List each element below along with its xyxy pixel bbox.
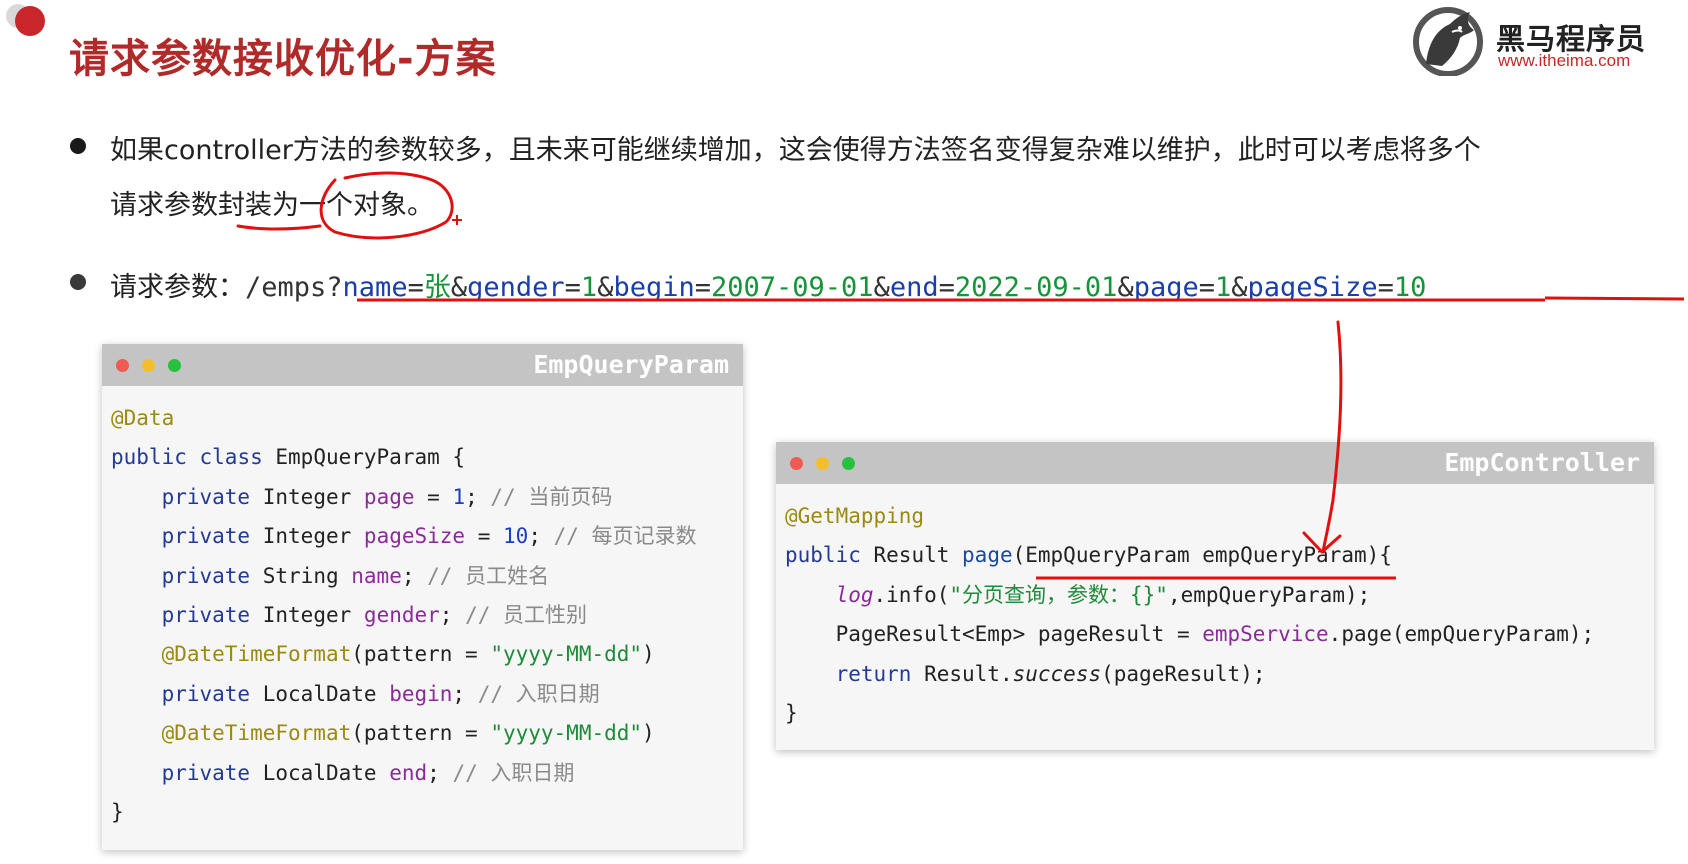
code-line: log.info("分页查询，参数：{}",empQueryParam); xyxy=(835,582,1371,607)
brand-logo: 黑马程序员 www.itheima.com xyxy=(1412,4,1662,76)
query-amp: & xyxy=(597,272,614,303)
code-block: @Data public class EmpQueryParam { privat… xyxy=(111,399,697,832)
query-key-end: end xyxy=(889,272,939,303)
code-line: @DateTimeFormat(pattern = "yyyy-MM-dd") xyxy=(161,642,655,667)
code-line: @Data xyxy=(111,406,175,430)
query-eq: = xyxy=(938,272,955,303)
query-amp: & xyxy=(1231,272,1248,303)
query-value-end: 2022-09-01 xyxy=(954,272,1118,303)
code-line: return Result.success(pageResult); xyxy=(835,661,1266,686)
query-eq: = xyxy=(1377,272,1394,303)
horse-logo-icon xyxy=(1413,7,1483,76)
code-line: public Result page(EmpQueryParam empQuer… xyxy=(785,543,1392,568)
query-key-pagesize: pageSize xyxy=(1247,272,1378,303)
window-title: EmpController xyxy=(1444,448,1640,477)
bullet-dot-1 xyxy=(70,138,86,154)
query-key-page: page xyxy=(1133,272,1199,303)
code-line: @GetMapping xyxy=(785,504,925,528)
query-value-pagesize: 10 xyxy=(1393,272,1427,303)
query-key-gender: gender xyxy=(467,272,565,303)
code-line: private LocalDate begin; // 入职日期 xyxy=(161,681,600,706)
query-value-page: 1 xyxy=(1215,272,1232,303)
bullet-1-line-2: 请求参数封装为一个对象。 xyxy=(110,190,434,221)
query-value-name: 张 xyxy=(423,272,451,303)
code-line: @DateTimeFormat(pattern = "yyyy-MM-dd") xyxy=(161,721,655,746)
code-line: } xyxy=(111,800,124,825)
code-line: private LocalDate end; // 入职日期 xyxy=(161,760,575,785)
code-line: private String name; // 员工姓名 xyxy=(161,563,550,588)
code-line: PageResult<Emp> pageResult = empService.… xyxy=(835,622,1595,647)
corner-dot-red xyxy=(15,6,45,36)
traffic-light-minimize-icon[interactable] xyxy=(816,457,829,470)
underline-annotation-short xyxy=(236,224,322,231)
bullet-1-line-1: 如果controller方法的参数较多，且未来可能继续增加，这会使得方法签名变得… xyxy=(110,135,1481,166)
query-value-begin: 2007-09-01 xyxy=(711,272,874,303)
query-amp: & xyxy=(873,272,890,303)
logo-url: www.itheima.com xyxy=(1498,51,1631,70)
query-value-gender: 1 xyxy=(580,272,598,303)
code-line: private Integer gender; // 员工性别 xyxy=(161,603,588,628)
query-amp: & xyxy=(450,272,468,303)
query-label: 请求参数： xyxy=(110,272,245,303)
traffic-light-close-icon[interactable] xyxy=(790,457,803,470)
plus-mark-annotation xyxy=(452,215,462,225)
traffic-light-close-icon[interactable] xyxy=(116,359,129,372)
query-amp: & xyxy=(1117,272,1134,303)
code-window-emp-controller: EmpController @GetMapping public Result p… xyxy=(776,442,1654,750)
query-eq: = xyxy=(1198,272,1215,303)
bullet-dot-2 xyxy=(70,274,86,290)
code-line: private Integer page = 1; // 当前页码 xyxy=(161,484,613,509)
traffic-light-minimize-icon[interactable] xyxy=(142,359,155,372)
code-window-emp-query-param: EmpQueryParam @Data public class EmpQuery… xyxy=(102,344,743,850)
query-path: /emps? xyxy=(245,272,343,303)
bullet-2-query-line: 请求参数：/emps?name=张&gender=1&begin=2007-09… xyxy=(110,265,1426,304)
window-title-bar: EmpQueryParam xyxy=(102,344,743,386)
query-key-name: name xyxy=(342,272,408,303)
code-line: } xyxy=(785,701,798,726)
code-line: public class EmpQueryParam { xyxy=(111,445,466,470)
query-eq: = xyxy=(694,272,711,303)
underline-annotation-extend xyxy=(1544,296,1685,301)
traffic-light-maximize-icon[interactable] xyxy=(168,359,181,372)
query-eq: = xyxy=(407,272,424,303)
query-key-begin: begin xyxy=(613,272,695,303)
code-block: @GetMapping public Result page(EmpQueryPa… xyxy=(785,497,1594,733)
window-title-bar: EmpController xyxy=(776,442,1654,484)
code-line: private Integer pageSize = 10; // 每页记录数 xyxy=(161,524,697,549)
traffic-light-maximize-icon[interactable] xyxy=(842,457,855,470)
slide-title: 请求参数接收优化-方案 xyxy=(69,36,497,82)
query-eq: = xyxy=(564,272,581,303)
window-title: EmpQueryParam xyxy=(533,350,729,379)
